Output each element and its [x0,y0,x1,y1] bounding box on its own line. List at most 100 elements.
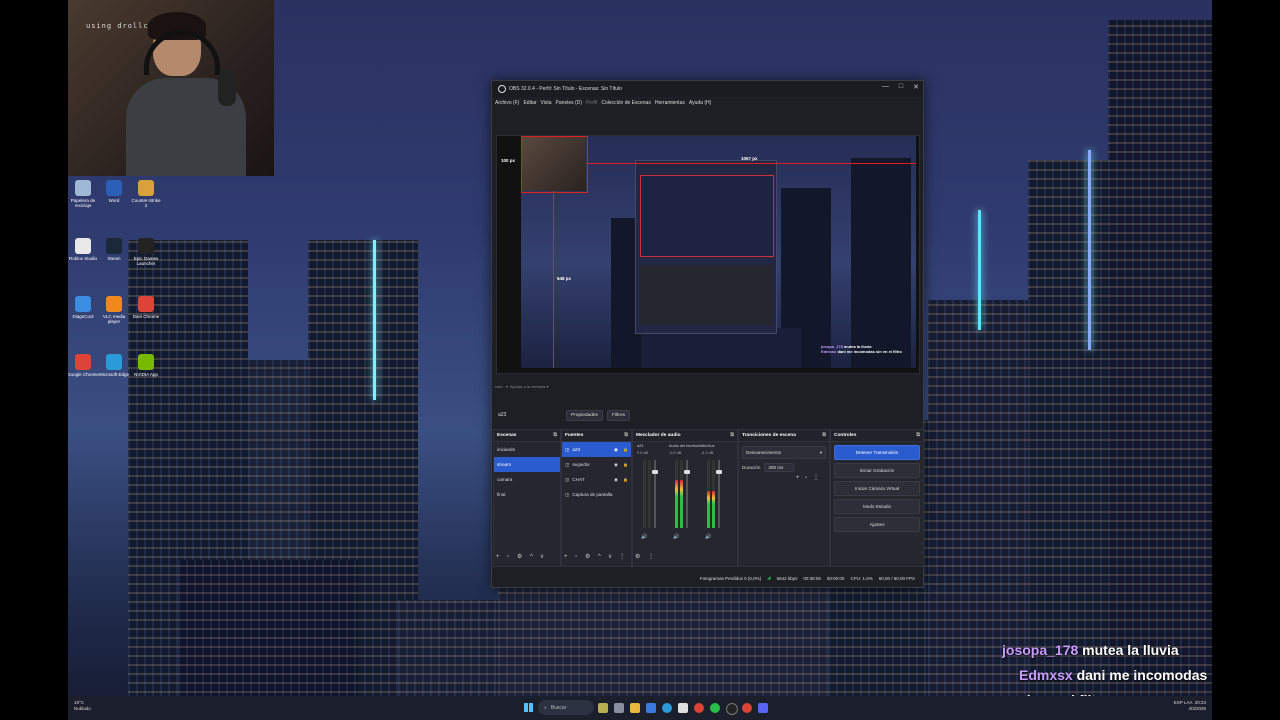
source-item[interactable]: ◫ a23 ◉ 🔒 [562,442,631,457]
transition-toolbar[interactable]: + ▫ ⋮ [739,474,829,481]
maximize-button[interactable]: □ [899,83,903,91]
spotify-icon[interactable] [710,703,720,713]
weather-widget[interactable]: 19°C Nublado [74,700,91,712]
scenes-title: Escenas [497,433,517,438]
lock-icon[interactable]: 🔒 [623,462,628,467]
mute-icon[interactable]: 🔊 [673,534,679,540]
mixer-toolbar[interactable]: ⚙ ⋮ [635,553,657,560]
source-toolbar-left[interactable]: cmb [495,384,503,389]
chat-username: josopa_178 [1002,642,1079,658]
nested-preview [640,175,774,257]
start-recording-button[interactable]: Iniciar Grabación [834,463,920,478]
settings-button[interactable]: Ajustes [834,517,920,532]
mixer-channel-name: Mic/Aux [701,444,715,448]
desktop-icon[interactable]: NVIDIA App [130,354,162,377]
source-toolbar-mid[interactable]: Ajustar a la ventana [510,384,545,389]
filters-button[interactable]: Filtros [606,409,630,421]
scenes-toolbar[interactable]: + ▫ ⚙ ^ v [496,553,547,560]
preview-canvas[interactable]: 1067 px 548 px josopa_178 mutea la lluvi… [521,136,916,368]
close-button[interactable]: ✕ [913,83,919,91]
menu-herramientas[interactable]: Herramientas [655,100,685,106]
mixer-channel-name: a23 [637,444,644,448]
studio-mode-button[interactable]: Modo Estudio [834,499,920,514]
edge-icon[interactable] [662,703,672,713]
chat-username: Edmxsx [1019,667,1073,683]
obs-window[interactable]: OBS 32.0.4 - Perfil: Sin Título - Escena… [491,80,924,588]
title-bar[interactable]: OBS 32.0.4 - Perfil: Sin Título - Escena… [492,81,923,97]
menu-paneles[interactable]: Paneles (D) [556,100,582,106]
visibility-icon[interactable]: ◉ [614,462,618,468]
desktop-icon[interactable]: Counter-Strike 2 [130,180,162,208]
chrome-profile-icon[interactable] [742,703,752,713]
desktop-icon[interactable]: DiagnCool [68,296,99,319]
scene-item[interactable]: camara [494,472,560,487]
desktop-icon[interactable]: Microsoft Edge [98,354,130,377]
menu-perfil[interactable]: Perfil [586,100,597,106]
menu-ayuda[interactable]: Ayuda (H) [689,100,711,106]
lock-icon[interactable]: 🔒 [623,477,628,482]
menu-coleccion-escenas[interactable]: Colección de Escenas [601,100,650,106]
duration-input[interactable]: 300 ms [764,463,795,472]
visibility-icon[interactable]: ◉ [614,447,618,453]
menu-archivo[interactable]: Archivo (F) [495,100,519,106]
discord-icon[interactable] [758,703,768,713]
desktop-icon[interactable]: Epic Games Launcher [130,238,162,266]
task-view-icon[interactable] [614,703,624,713]
status-bar: Fotogramas Perdidos 0 (0,0%) ◢ 6642 kbps… [492,571,923,585]
dock-undock-icon[interactable]: ⧉ [553,432,557,438]
menu-vista[interactable]: Vista [541,100,552,106]
dock-undock-icon[interactable]: ⧉ [624,432,628,438]
volume-fader-handle[interactable] [684,470,690,474]
desktop-icon[interactable]: Dani Chrome [130,296,162,319]
sources-toolbar[interactable]: + ▫ ⚙ ^ v ⋮ [564,553,628,560]
notepad-icon[interactable] [678,703,688,713]
properties-button[interactable]: Propiedades [566,409,603,421]
desktop-icon[interactable]: VLC media player [98,296,130,324]
start-virtual-camera-button[interactable]: Iniciar Cámara Virtual [834,481,920,496]
scene-item[interactable]: stream [494,457,560,472]
minimize-button[interactable]: — [882,83,889,91]
source-item[interactable]: ◫ Captura de pantalla [562,487,631,502]
stop-streaming-button[interactable]: Detener Transmisión [834,445,920,460]
file-explorer-icon[interactable] [630,703,640,713]
dock-undock-icon[interactable]: ⧉ [730,432,734,438]
language-indicator[interactable]: ESP LAA [1174,700,1192,705]
widgets-icon[interactable] [598,703,608,713]
mixer-channels: a23 0.0 dB 🔊 Audio del escritorio -0.5 dB 🔊 Mi… [633,442,737,552]
stream-time: 00:38:06 [803,575,821,581]
dock-undock-icon[interactable]: ⧉ [916,432,920,438]
source-label: Captura de pantalla [572,492,613,497]
guide-label-left: 100 px [501,158,516,163]
transitions-header: Transiciones de escena ⧉ [739,430,829,442]
source-label: seguidor [572,462,590,467]
mute-icon[interactable]: 🔊 [641,534,647,540]
desktop-icon[interactable]: Steam [98,238,130,261]
source-item[interactable]: ◫ seguidor ◉ 🔒 [562,457,631,472]
chrome-icon[interactable] [694,703,704,713]
start-icon[interactable] [524,703,533,712]
scene-item[interactable]: iniciando [494,442,560,457]
lock-icon[interactable]: 🔒 [623,447,628,452]
obs-taskbar-icon[interactable] [726,703,738,715]
search-box[interactable]: ⌕ Buscar [538,700,594,715]
scene-item[interactable]: final [494,487,560,502]
desktop-icon-label: Papelera de reciclaje [70,198,96,208]
transition-select[interactable]: Desvanecimiento ▾ [742,446,826,459]
fps-counter: 60,00 / 60,00 FPS [878,575,915,581]
selected-source-bounds[interactable] [521,136,588,193]
menu-editar[interactable]: Editar [523,100,536,106]
preview-area[interactable]: 1067 px 548 px josopa_178 mutea la lluvi… [496,135,920,374]
store-icon[interactable] [646,703,656,713]
source-item[interactable]: ◫ CHAT ◉ 🔒 [562,472,631,487]
system-tray[interactable]: ESP LAA 20:23 4/3/2026 [1174,700,1206,712]
visibility-icon[interactable]: ◉ [614,477,618,483]
desktop-icon[interactable]: Word [98,180,130,203]
controls-title: Controles [834,433,857,438]
mute-icon[interactable]: 🔊 [705,534,711,540]
dock-undock-icon[interactable]: ⧉ [822,432,826,438]
volume-fader-handle[interactable] [716,470,722,474]
desktop-icon[interactable]: Roblox Studio [68,238,99,261]
desktop-icon[interactable]: Google Chrome [68,354,99,377]
volume-fader-handle[interactable] [652,470,658,474]
desktop-icon[interactable]: Papelera de reciclaje [68,180,99,208]
